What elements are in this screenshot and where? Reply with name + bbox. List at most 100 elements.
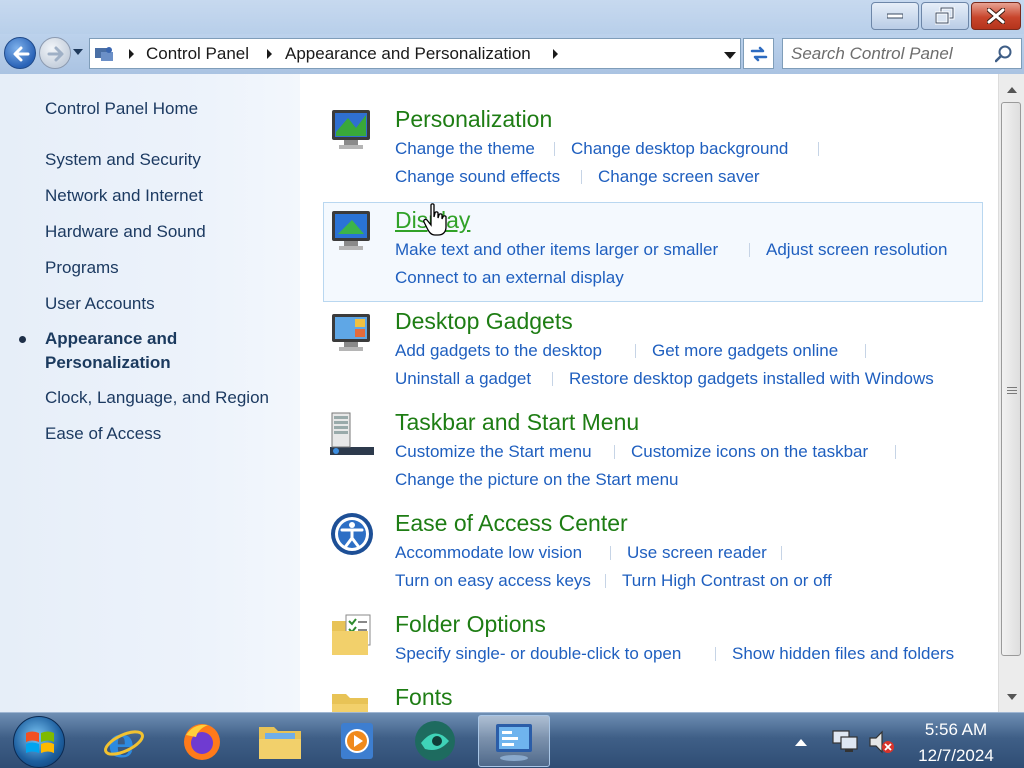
link-separator [818, 142, 819, 156]
add-gadgets-link[interactable]: Add gadgets to the desktop [395, 341, 602, 361]
scroll-down-arrow-icon[interactable] [1007, 694, 1017, 701]
control-panel-icon [95, 47, 113, 61]
active-item-bullet [19, 336, 26, 343]
media-player-icon [341, 723, 373, 759]
breadcrumb-separator-icon[interactable] [552, 49, 559, 59]
taskbar-icon [330, 412, 374, 455]
taskbar-app[interactable] [400, 715, 470, 767]
taskbar: e 5:56 AM 12/7/2024 [0, 712, 1024, 768]
sidebar-item-network-internet[interactable]: Network and Internet [45, 186, 203, 206]
file-explorer-icon [259, 727, 301, 759]
uninstall-gadget-link[interactable]: Uninstall a gadget [395, 369, 531, 389]
folder-options-icon [332, 614, 371, 655]
firefox-icon [184, 724, 220, 760]
text-size-link[interactable]: Make text and other items larger or smal… [395, 240, 718, 260]
sidebar-item-control-panel-home[interactable]: Control Panel Home [45, 99, 198, 119]
adjust-screen-resolution-link[interactable]: Adjust screen resolution [766, 240, 947, 260]
ease-of-access-center-title[interactable]: Ease of Access Center [395, 510, 628, 537]
link-separator [895, 445, 896, 459]
sidebar-item-system-security[interactable]: System and Security [45, 150, 201, 170]
display-monitor-icon [332, 211, 370, 250]
refresh-button[interactable] [743, 38, 774, 69]
fonts-folder-icon [332, 694, 368, 712]
taskbar-media-player[interactable] [322, 715, 392, 767]
show-hidden-files-link[interactable]: Show hidden files and folders [732, 644, 954, 664]
close-button[interactable] [971, 2, 1021, 30]
change-start-menu-picture-link[interactable]: Change the picture on the Start menu [395, 470, 679, 490]
personalization-monitor-icon [332, 110, 370, 149]
minimize-button[interactable] [871, 2, 919, 30]
breadcrumb-separator-icon[interactable] [266, 49, 273, 59]
restore-button[interactable] [921, 2, 969, 30]
link-separator [635, 344, 636, 358]
volume-muted-icon[interactable] [868, 729, 896, 755]
link-separator [715, 647, 716, 661]
search-box[interactable] [782, 38, 1022, 69]
taskbar-file-explorer[interactable] [245, 715, 315, 767]
window-title-bar [0, 0, 1024, 34]
refresh-icon [750, 46, 768, 62]
connect-external-display-link[interactable]: Connect to an external display [395, 268, 624, 288]
minimize-icon [887, 13, 903, 19]
taskbar-start-menu-title[interactable]: Taskbar and Start Menu [395, 409, 639, 436]
address-bar[interactable]: Control Panel Appearance and Personaliza… [89, 38, 741, 69]
clock-date[interactable]: 12/7/2024 [900, 746, 1012, 766]
customize-taskbar-icons-link[interactable]: Customize icons on the taskbar [631, 442, 868, 462]
app-icon [415, 721, 455, 761]
link-separator [781, 546, 782, 560]
ease-of-access-icon [331, 513, 373, 555]
fonts-title[interactable]: Fonts [395, 684, 453, 711]
vertical-scrollbar[interactable] [998, 74, 1024, 712]
breadcrumb-separator-icon[interactable] [128, 49, 135, 59]
accommodate-low-vision-link[interactable]: Accommodate low vision [395, 543, 582, 563]
use-screen-reader-link[interactable]: Use screen reader [627, 543, 767, 563]
link-separator [581, 170, 582, 184]
sidebar-item-user-accounts[interactable]: User Accounts [45, 294, 155, 314]
change-theme-link[interactable]: Change the theme [395, 139, 535, 159]
easy-access-keys-link[interactable]: Turn on easy access keys [395, 571, 591, 591]
restore-icon [935, 7, 955, 25]
sidebar-item-programs[interactable]: Programs [45, 258, 119, 278]
taskbar-control-panel[interactable] [478, 715, 550, 767]
sidebar-item-ease-of-access[interactable]: Ease of Access [45, 424, 161, 444]
forward-arrow-icon [47, 46, 64, 62]
search-icon[interactable] [995, 45, 1013, 63]
folder-options-title[interactable]: Folder Options [395, 611, 546, 638]
address-dropdown-icon[interactable] [723, 50, 737, 60]
recent-pages-dropdown-icon[interactable] [72, 47, 84, 57]
link-separator [554, 142, 555, 156]
clock-time[interactable]: 5:56 AM [900, 720, 1012, 740]
breadcrumb-appearance[interactable]: Appearance and Personalization [285, 44, 531, 64]
customize-start-menu-link[interactable]: Customize the Start menu [395, 442, 592, 462]
back-arrow-icon [13, 46, 30, 62]
personalization-title[interactable]: Personalization [395, 106, 552, 133]
show-hidden-icons-arrow[interactable] [794, 738, 808, 747]
link-separator [552, 372, 553, 386]
scroll-up-arrow-icon[interactable] [1007, 86, 1017, 93]
sidebar-item-clock-language-region[interactable]: Clock, Language, and Region [45, 388, 269, 408]
link-separator [610, 546, 611, 560]
link-separator [605, 574, 606, 588]
desktop-gadgets-title[interactable]: Desktop Gadgets [395, 308, 573, 335]
back-button[interactable] [4, 37, 36, 69]
get-more-gadgets-link[interactable]: Get more gadgets online [652, 341, 838, 361]
change-screen-saver-link[interactable]: Change screen saver [598, 167, 760, 187]
start-button[interactable] [13, 716, 65, 768]
link-separator [749, 243, 750, 257]
restore-gadgets-link[interactable]: Restore desktop gadgets installed with W… [569, 369, 934, 389]
search-input[interactable] [791, 43, 991, 65]
taskbar-internet-explorer[interactable]: e [89, 715, 159, 767]
change-desktop-background-link[interactable]: Change desktop background [571, 139, 788, 159]
taskbar-firefox[interactable] [167, 715, 237, 767]
forward-button[interactable] [39, 37, 71, 69]
scrollbar-thumb[interactable] [1001, 102, 1021, 656]
change-sound-effects-link[interactable]: Change sound effects [395, 167, 560, 187]
internet-explorer-icon: e [104, 719, 144, 763]
single-double-click-link[interactable]: Specify single- or double-click to open [395, 644, 681, 664]
display-title[interactable]: Display [395, 207, 470, 234]
sidebar-item-hardware-sound[interactable]: Hardware and Sound [45, 222, 206, 242]
high-contrast-link[interactable]: Turn High Contrast on or off [622, 571, 832, 591]
sidebar-item-appearance-personalization: Appearance and Personalization [45, 329, 178, 372]
breadcrumb-control-panel[interactable]: Control Panel [146, 44, 249, 64]
network-icon[interactable] [831, 729, 859, 755]
